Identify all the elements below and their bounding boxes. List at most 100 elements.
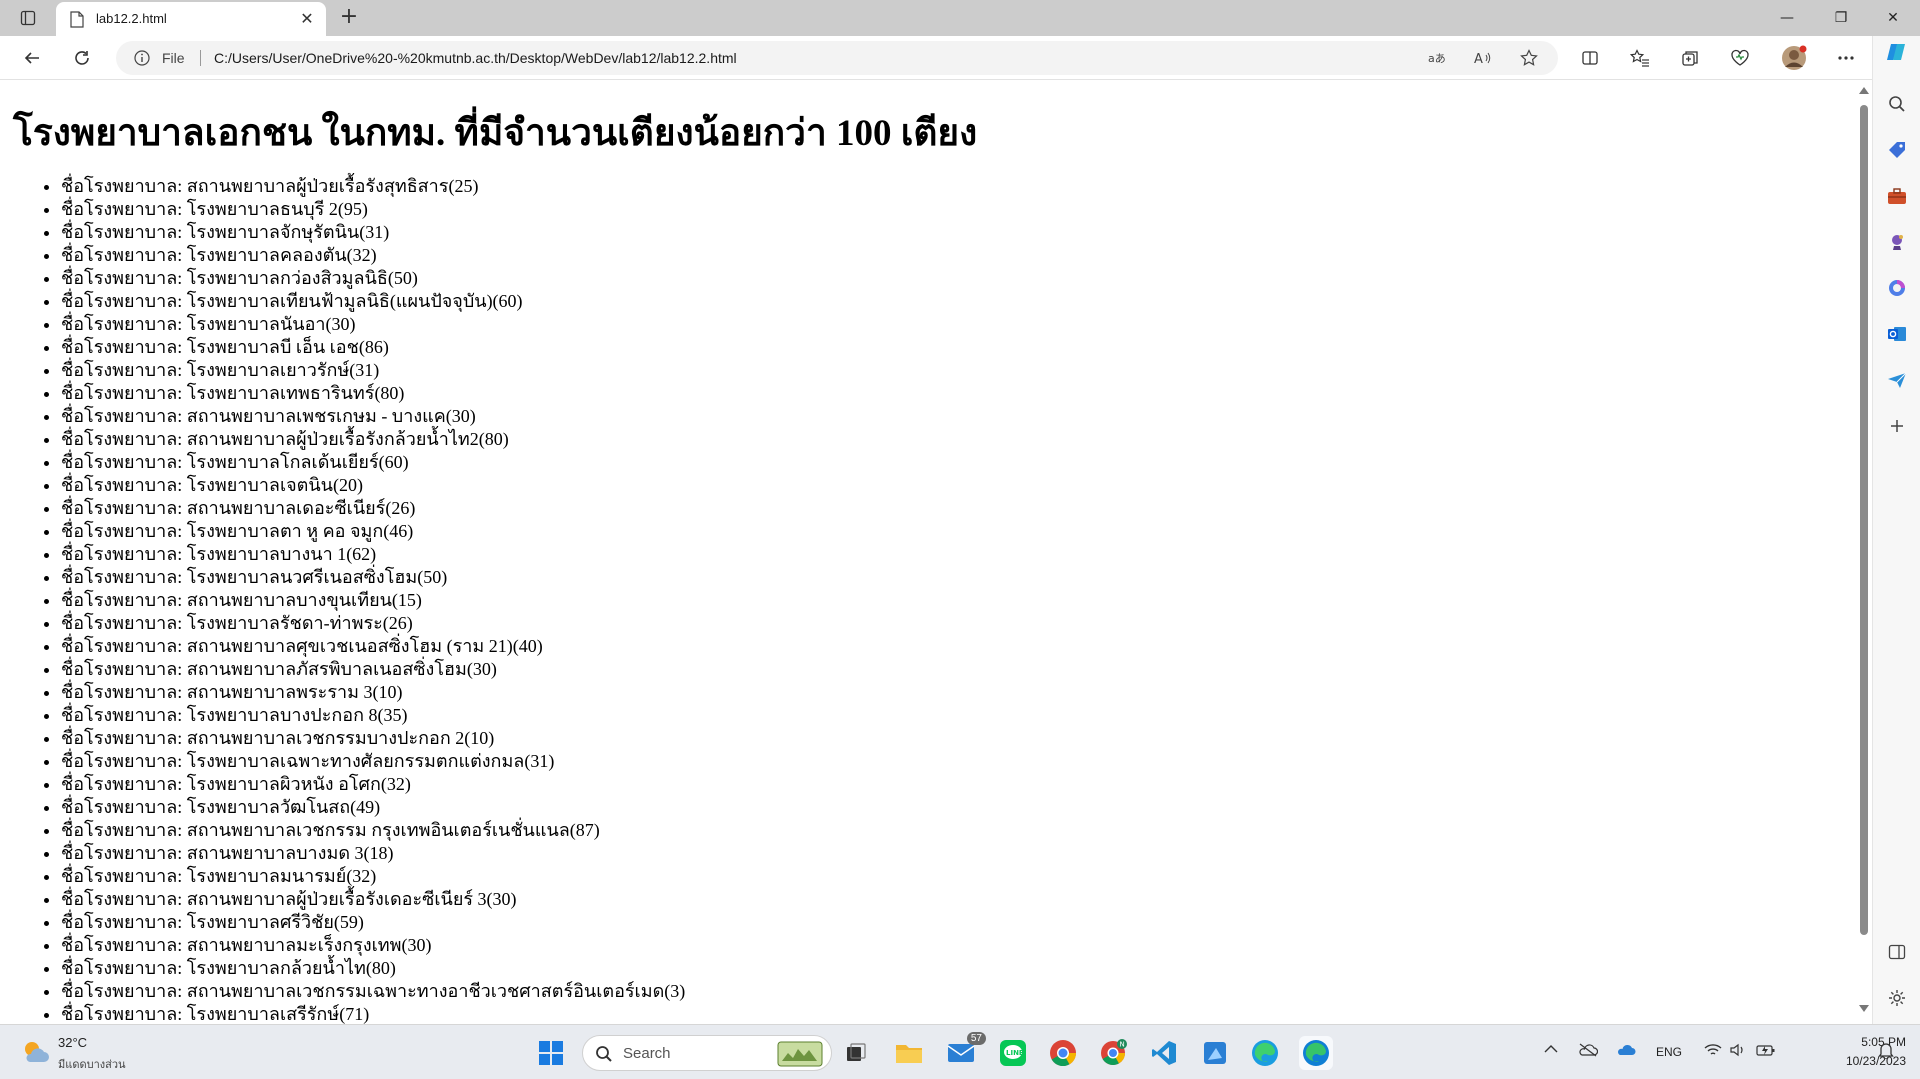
hospital-name: โรงพยาบาลจักษุรัตนิน(31) bbox=[186, 222, 390, 242]
hospital-label-prefix: ชื่อโรงพยาบาล: bbox=[61, 176, 187, 196]
address-bar[interactable]: File C:/Users/User/OneDrive%20-%20kmutnb… bbox=[116, 41, 1558, 75]
page-content: โรงพยาบาลเอกชน ในกทม. ที่มีจำนวนเตียงน้อ… bbox=[0, 81, 1856, 1024]
hide-sidebar-icon[interactable] bbox=[1885, 940, 1909, 964]
hospital-list-item: ชื่อโรงพยาบาล: โรงพยาบาลธนบุรี 2(95) bbox=[61, 198, 685, 221]
hospital-label-prefix: ชื่อโรงพยาบาล: bbox=[61, 889, 187, 909]
line-app-icon[interactable]: LINE bbox=[996, 1036, 1030, 1070]
clock-time[interactable]: 5:05 PM bbox=[1846, 1035, 1906, 1049]
weather-description[interactable]: มีแดดบางส่วน bbox=[58, 1055, 126, 1073]
hospital-list-item: ชื่อโรงพยาบาล: โรงพยาบาลเสรีรักษ์(71) bbox=[61, 1003, 685, 1024]
tab-active[interactable]: lab12.2.html ✕ bbox=[56, 2, 326, 36]
browser-toolbar: File C:/Users/User/OneDrive%20-%20kmutnb… bbox=[0, 36, 1920, 80]
hospital-label-prefix: ชื่อโรงพยาบาล: bbox=[61, 958, 187, 978]
hospital-list-item: ชื่อโรงพยาบาล: โรงพยาบาลบางนา 1(62) bbox=[61, 543, 685, 566]
vscode-icon[interactable] bbox=[1147, 1036, 1181, 1070]
svg-text:N: N bbox=[1120, 1041, 1125, 1049]
scroll-up-icon[interactable] bbox=[1859, 87, 1869, 94]
hospital-list-item: ชื่อโรงพยาบาล: สถานพยาบาลผู้ป่วยเรื้อรัง… bbox=[61, 888, 685, 911]
tab-title: lab12.2.html bbox=[96, 11, 167, 26]
notifications-bell-icon[interactable] bbox=[1878, 1041, 1894, 1062]
windows-start-icon[interactable] bbox=[534, 1036, 568, 1070]
edge-active-icon[interactable] bbox=[1299, 1036, 1333, 1070]
read-aloud-icon[interactable]: A bbox=[1472, 48, 1494, 68]
tools-briefcase-icon[interactable] bbox=[1885, 184, 1909, 208]
favorites-icon[interactable] bbox=[1624, 44, 1656, 72]
chrome-profile-icon[interactable]: N bbox=[1096, 1036, 1130, 1070]
hospital-name: โรงพยาบาลคลองตัน(32) bbox=[186, 245, 377, 265]
hospital-label-prefix: ชื่อโรงพยาบาล: bbox=[61, 498, 187, 518]
split-screen-icon[interactable] bbox=[1574, 44, 1606, 72]
hospital-name: โรงพยาบาลกล้วยน้ำไท(80) bbox=[186, 958, 396, 978]
hospital-name: โรงพยาบาลศรีวิชัย(59) bbox=[186, 912, 364, 932]
back-icon[interactable] bbox=[16, 44, 48, 72]
collections-icon[interactable] bbox=[1674, 44, 1706, 72]
hospital-label-prefix: ชื่อโรงพยาบาล: bbox=[61, 613, 187, 633]
weather-partly-sunny-icon[interactable] bbox=[20, 1038, 50, 1066]
translate-icon[interactable]: aあ bbox=[1426, 48, 1448, 68]
games-icon[interactable] bbox=[1885, 230, 1909, 254]
browser-essentials-icon[interactable] bbox=[1724, 44, 1756, 72]
mail-icon[interactable]: 57 bbox=[944, 1032, 986, 1070]
onedrive-sync-icon[interactable] bbox=[1616, 1043, 1636, 1060]
vertical-scrollbar[interactable] bbox=[1856, 81, 1872, 1024]
copilot-icon[interactable] bbox=[1885, 40, 1909, 64]
hospital-name: โรงพยาบาลบางปะกอก 8(35) bbox=[186, 705, 408, 725]
favorite-star-icon[interactable] bbox=[1518, 48, 1540, 68]
hospital-list-item: ชื่อโรงพยาบาล: สถานพยาบาลเวชกรรม กรุงเทพ… bbox=[61, 819, 685, 842]
hospital-label-prefix: ชื่อโรงพยาบาล: bbox=[61, 199, 187, 219]
hospital-name: โรงพยาบาลบี เอ็น เอช(86) bbox=[186, 337, 389, 357]
profile-avatar[interactable] bbox=[1778, 44, 1810, 72]
drop-send-icon[interactable] bbox=[1885, 368, 1909, 392]
refresh-icon[interactable] bbox=[66, 44, 98, 72]
scroll-thumb[interactable] bbox=[1860, 105, 1868, 935]
edge-icon[interactable] bbox=[1248, 1036, 1282, 1070]
tab-bar: lab12.2.html ✕ + — ❐ ✕ bbox=[0, 0, 1920, 36]
info-icon[interactable] bbox=[134, 50, 150, 66]
hospital-list-item: ชื่อโรงพยาบาล: โรงพยาบาลเทียนฟ้ามูลนิธิ(… bbox=[61, 290, 685, 313]
more-options-icon[interactable] bbox=[1830, 44, 1862, 72]
battery-charging-icon[interactable] bbox=[1756, 1043, 1776, 1060]
url-text[interactable]: C:/Users/User/OneDrive%20-%20kmutnb.ac.t… bbox=[214, 50, 737, 66]
hospital-name: โรงพยาบาลผิวหนัง อโศก(32) bbox=[186, 774, 411, 794]
file-explorer-icon[interactable] bbox=[892, 1036, 926, 1070]
new-tab-button[interactable]: + bbox=[336, 6, 362, 30]
microsoft-365-icon[interactable] bbox=[1885, 276, 1909, 300]
weather-temperature[interactable]: 32°C bbox=[58, 1035, 87, 1050]
hospital-name: สถานพยาบาลผู้ป่วยเรื้อรังสุทธิสาร(25) bbox=[186, 176, 479, 196]
shopping-tag-icon[interactable] bbox=[1885, 138, 1909, 162]
close-window-button[interactable]: ✕ bbox=[1868, 0, 1918, 36]
hospital-label-prefix: ชื่อโรงพยาบาล: bbox=[61, 1004, 187, 1024]
paint-app-icon[interactable] bbox=[1198, 1036, 1232, 1070]
input-language[interactable]: ENG bbox=[1656, 1045, 1682, 1059]
chrome-icon[interactable] bbox=[1046, 1036, 1080, 1070]
hospital-name: สถานพยาบาลเวชกรรม กรุงเทพอินเตอร์เนชั่นแ… bbox=[186, 820, 600, 840]
hospital-name: โรงพยาบาลโกลเด้นเยียร์(60) bbox=[186, 452, 409, 472]
hospital-list-item: ชื่อโรงพยาบาล: สถานพยาบาลบางมด 3(18) bbox=[61, 842, 685, 865]
sidebar-settings-gear-icon[interactable] bbox=[1885, 986, 1909, 1010]
add-sidebar-app-icon[interactable] bbox=[1885, 414, 1909, 438]
windows-taskbar: 32°C มีแดดบางส่วน Search 57 LINE N ENG 5… bbox=[0, 1024, 1920, 1079]
volume-icon[interactable] bbox=[1730, 1043, 1746, 1060]
scroll-down-icon[interactable] bbox=[1859, 1005, 1869, 1012]
hospital-list-item: ชื่อโรงพยาบาล: โรงพยาบาลวัฒโนสถ(49) bbox=[61, 796, 685, 819]
tab-actions-icon[interactable] bbox=[10, 4, 46, 32]
hospital-list-item: ชื่อโรงพยาบาล: โรงพยาบาลกล้วยน้ำไท(80) bbox=[61, 957, 685, 980]
outlook-icon[interactable] bbox=[1885, 322, 1909, 346]
wifi-icon[interactable] bbox=[1704, 1043, 1722, 1060]
hospital-list-item: ชื่อโรงพยาบาล: โรงพยาบาลตา หู คอ จมูก(46… bbox=[61, 520, 685, 543]
hospital-list-item: ชื่อโรงพยาบาล: โรงพยาบาลบี เอ็น เอช(86) bbox=[61, 336, 685, 359]
task-view-icon[interactable] bbox=[839, 1036, 873, 1070]
taskbar-search-box[interactable]: Search bbox=[582, 1035, 832, 1071]
tab-close-icon[interactable]: ✕ bbox=[298, 10, 316, 28]
restore-button[interactable]: ❐ bbox=[1816, 0, 1866, 36]
hospital-label-prefix: ชื่อโรงพยาบาล: bbox=[61, 567, 187, 587]
search-icon[interactable] bbox=[1885, 92, 1909, 116]
onedrive-offline-icon[interactable] bbox=[1578, 1043, 1599, 1060]
hospital-list-item: ชื่อโรงพยาบาล: สถานพยาบาลผู้ป่วยเรื้อรัง… bbox=[61, 175, 685, 198]
show-hidden-icons-chevron-icon[interactable] bbox=[1544, 1043, 1558, 1057]
hospital-list-item: ชื่อโรงพยาบาล: สถานพยาบาลภัสรพิบาลเนอสซิ… bbox=[61, 658, 685, 681]
hospital-name: สถานพยาบาลภัสรพิบาลเนอสซิ่งโฮม(30) bbox=[186, 659, 497, 679]
minimize-button[interactable]: — bbox=[1762, 0, 1812, 36]
hospital-list-item: ชื่อโรงพยาบาล: โรงพยาบาลเทพธารินทร์(80) bbox=[61, 382, 685, 405]
hospital-name: สถานพยาบาลศุขเวชเนอสซิ่งโฮม (ราม 21)(40) bbox=[186, 636, 543, 656]
